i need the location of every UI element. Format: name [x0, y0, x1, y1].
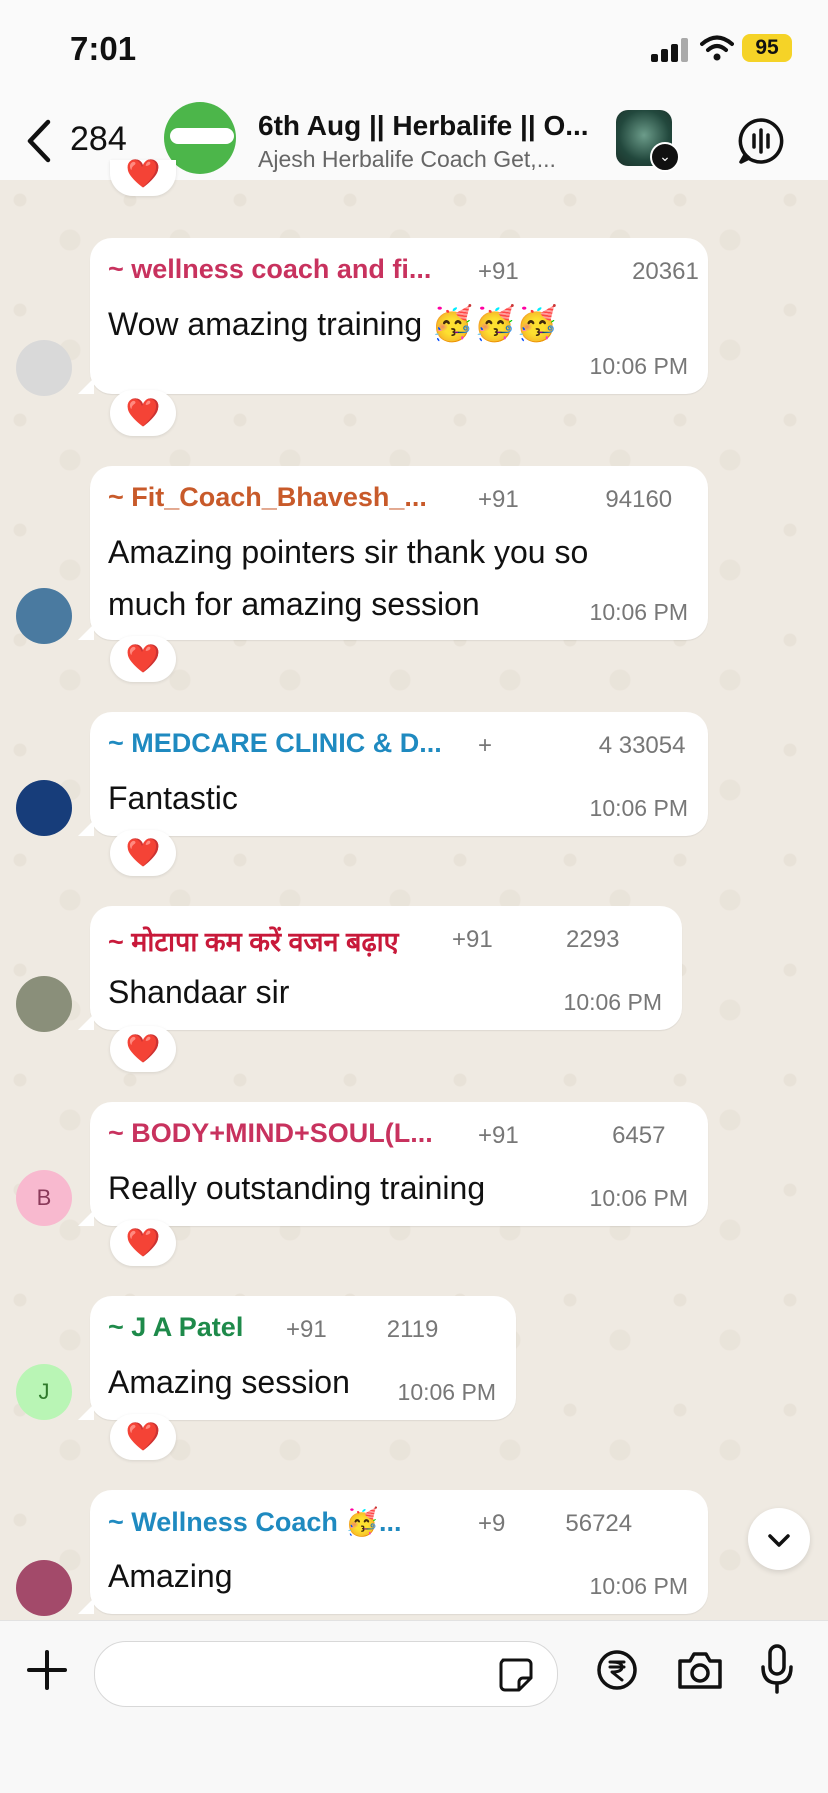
avatar[interactable] [16, 1560, 72, 1616]
message-time: 10:06 PM [563, 989, 662, 1015]
clock: 7:01 [70, 30, 137, 67]
chevron-down-icon [768, 1534, 790, 1547]
reaction-heart[interactable]: ❤️ [110, 1220, 176, 1266]
reaction-heart[interactable]: ❤️ [110, 1414, 176, 1460]
message-input[interactable] [115, 1652, 489, 1698]
message-bubble[interactable]: ~ Wellness Coach 🥳... +9 56724 Amazing 1… [78, 1490, 708, 1614]
party-face-emoji: 🥳🥳🥳 [431, 305, 559, 343]
message-bubble[interactable]: ~ MEDCARE CLINIC & D... + 4 33054 Fantas… [78, 712, 708, 836]
sender-phone: + 4 33054 [478, 732, 686, 759]
avatar[interactable]: J [16, 1364, 72, 1420]
cellular-signal-icon [651, 38, 691, 62]
message-time: 10:06 PM [397, 1379, 496, 1405]
group-title[interactable]: 6th Aug || Herbalife || O... [258, 110, 598, 142]
message-time: 10:06 PM [589, 795, 688, 821]
avatar[interactable]: B [16, 1170, 72, 1226]
sender-name[interactable]: ~ मोटापा कम करें वजन बढ़ाए [108, 922, 399, 959]
message-time: 10:06 PM [589, 353, 688, 379]
sender-phone: +91 6457 [478, 1122, 666, 1149]
reaction-heart[interactable]: ❤️ [110, 160, 176, 196]
sender-phone: +91 94160 [478, 486, 673, 513]
voice-chat-icon[interactable] [736, 116, 786, 166]
message-text: Amazing [108, 1558, 233, 1594]
group-members-subtitle[interactable]: Ajesh Herbalife Coach Get,... [258, 146, 598, 173]
reaction-heart[interactable]: ❤️ [110, 636, 176, 682]
rupee-payment-icon[interactable] [596, 1649, 638, 1691]
chevron-down-badge-icon: ⌄ [650, 142, 680, 172]
sender-name[interactable]: ~ wellness coach and fi... [108, 254, 431, 285]
avatar[interactable] [16, 780, 72, 836]
reaction-heart[interactable]: ❤️ [110, 1026, 176, 1072]
message-text: Shandaar sir [108, 974, 290, 1010]
reaction-heart[interactable]: ❤️ [110, 830, 176, 876]
avatar[interactable] [16, 976, 72, 1032]
message-bubble[interactable]: ~ Fit_Coach_Bhavesh_... +91 94160 Amazin… [78, 466, 708, 640]
sender-phone: +91 2119 [286, 1316, 439, 1343]
sticker-icon[interactable] [497, 1656, 533, 1692]
sender-phone: +91 2293 [452, 926, 620, 953]
message-bubble[interactable]: ~ BODY+MIND+SOUL(L... +91 6457 Really ou… [78, 1102, 708, 1226]
unread-count[interactable]: 284 [70, 120, 127, 159]
sender-name[interactable]: ~ MEDCARE CLINIC & D... [108, 728, 442, 759]
avatar[interactable] [16, 588, 72, 644]
message-text-content: Wow amazing training [108, 306, 423, 342]
sender-name[interactable]: ~ J A Patel [108, 1312, 243, 1343]
message-time: 10:06 PM [589, 1185, 688, 1211]
microphone-icon[interactable] [760, 1643, 794, 1695]
avatar[interactable] [16, 340, 72, 396]
message-bubble[interactable]: ~ मोटापा कम करें वजन बढ़ाए +91 2293 Shan… [78, 906, 682, 1030]
message-text: Amazing session [108, 1364, 350, 1400]
sender-phone: +9 56724 [478, 1510, 633, 1537]
reaction-heart[interactable]: ❤️ [110, 390, 176, 436]
wifi-icon [700, 35, 734, 61]
message-time: 10:06 PM [589, 599, 688, 625]
message-text: Fantastic [108, 780, 238, 816]
sender-name[interactable]: ~ BODY+MIND+SOUL(L... [108, 1118, 433, 1149]
sender-name[interactable]: ~ Fit_Coach_Bhavesh_... [108, 482, 427, 513]
battery-indicator: 95 [742, 34, 792, 62]
back-chevron-icon[interactable] [20, 116, 60, 166]
message-bubble[interactable]: ~ wellness coach and fi... +91 20361 Wow… [78, 238, 708, 394]
camera-icon[interactable] [676, 1649, 724, 1691]
message-composer [0, 1620, 828, 1793]
message-text: Really outstanding training [108, 1170, 486, 1206]
plus-icon[interactable] [26, 1649, 68, 1691]
message-input-box[interactable] [94, 1641, 558, 1707]
sender-name[interactable]: ~ Wellness Coach 🥳... [108, 1506, 401, 1538]
message-text: Amazing pointers sir thank you so much f… [108, 534, 589, 622]
sender-phone: +91 20361 [478, 258, 699, 285]
scroll-to-bottom-button[interactable] [748, 1508, 810, 1570]
message-bubble[interactable]: ~ J A Patel +91 2119 Amazing session 10:… [78, 1296, 516, 1420]
message-time: 10:06 PM [589, 1573, 688, 1599]
status-bar: 7:01 95 [0, 0, 828, 96]
message-text: Wow amazing training 🥳🥳🥳 [108, 298, 558, 350]
